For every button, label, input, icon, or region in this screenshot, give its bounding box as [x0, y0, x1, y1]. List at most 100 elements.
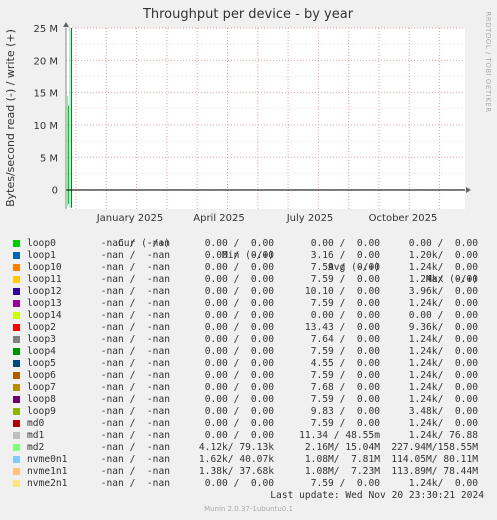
legend-cur-value: -nan / -nan: [100, 478, 170, 489]
legend-row: loop14 -nan / -nan 0.00 / 0.00 0.00 / 0.00 0…: [0, 310, 497, 322]
legend-min-value: 1.62k/ 40.07k: [198, 454, 274, 465]
y-axis-label: Bytes/second read (-) / write (+): [4, 29, 17, 207]
legend-max-value: 1.24k/ 0.00: [408, 274, 478, 285]
legend-avg-value: 0.00 / 0.00: [310, 310, 380, 321]
legend-max-value: 1.24k/ 0.00: [408, 418, 478, 429]
legend-max-value: 1.24k/ 0.00: [408, 358, 478, 369]
legend-series-name: loop3: [27, 334, 56, 345]
y-tick-label: 20 M: [33, 56, 58, 67]
legend-max-value: 1.24k/ 0.00: [408, 394, 478, 405]
legend-swatch: [13, 456, 20, 463]
legend-min-value: 0.00 / 0.00: [204, 382, 274, 393]
legend-min-value: 0.00 / 0.00: [204, 430, 274, 441]
legend-row: loop12 -nan / -nan 0.00 / 0.00 10.10 / 0.00…: [0, 286, 497, 298]
legend-series-name: md0: [27, 418, 45, 429]
legend-max-value: 1.24k/ 76.88: [408, 430, 478, 441]
legend-max-value: 227.94M/158.55M: [391, 442, 478, 453]
legend-min-value: 0.00 / 0.00: [204, 286, 274, 297]
y-axis-arrow: [63, 22, 69, 27]
x-tick-label: July 2025: [286, 213, 334, 224]
legend-row: loop3 -nan / -nan 0.00 / 0.00 7.64 / 0.00 1.…: [0, 334, 497, 346]
y-tick-label: 0: [52, 186, 58, 197]
legend-swatch: [13, 240, 20, 247]
chart-title: Throughput per device - by year: [142, 7, 354, 22]
legend-avg-value: 10.10 / 0.00: [304, 286, 380, 297]
legend-min-value: 0.00 / 0.00: [204, 322, 274, 333]
plot-area: [66, 28, 465, 209]
legend-avg-value: 7.59 / 0.00: [310, 394, 380, 405]
legend-cur-value: -nan / -nan: [100, 274, 170, 285]
legend-row: loop5 -nan / -nan 0.00 / 0.00 4.55 / 0.00 1.…: [0, 358, 497, 370]
legend-min-value: 0.00 / 0.00: [204, 418, 274, 429]
legend-series-name: loop5: [27, 358, 56, 369]
legend-avg-value: 1.08M/ 7.81M: [304, 454, 380, 465]
legend-max-value: 1.24k/ 0.00: [408, 298, 478, 309]
legend-cur-value: -nan / -nan: [100, 394, 170, 405]
legend-cur-value: -nan / -nan: [100, 430, 170, 441]
legend-max-value: 1.24k/ 0.00: [408, 334, 478, 345]
legend-swatch: [13, 288, 20, 295]
legend-row: loop4 -nan / -nan 0.00 / 0.00 7.59 / 0.00 1.…: [0, 346, 497, 358]
legend-max-value: 1.24k/ 0.00: [408, 262, 478, 273]
legend-avg-value: 13.43 / 0.00: [304, 322, 380, 333]
legend-cur-value: -nan / -nan: [100, 262, 170, 273]
x-axis-arrow: [466, 187, 471, 193]
legend-avg-value: 4.55 / 0.00: [310, 358, 380, 369]
legend-avg-value: 7.59 / 0.00: [310, 418, 380, 429]
y-tick-label: 10 M: [33, 121, 58, 132]
legend-cur-value: -nan / -nan: [100, 358, 170, 369]
legend-row: loop9 -nan / -nan 0.00 / 0.00 9.83 / 0.00 3.…: [0, 406, 497, 418]
legend-series-name: nvme0n1: [27, 454, 68, 465]
legend-min-value: 0.00 / 0.00: [204, 358, 274, 369]
legend-swatch: [13, 336, 20, 343]
legend-cur-value: -nan / -nan: [100, 406, 170, 417]
throughput-chart: Throughput per device - by year Bytes/se…: [4, 7, 492, 224]
legend-avg-value: 3.16 / 0.00: [310, 250, 380, 261]
legend-series-name: md2: [27, 442, 45, 453]
legend-cur-value: -nan / -nan: [100, 310, 170, 321]
legend-series-name: loop13: [27, 298, 62, 309]
legend-avg-value: 1.08M/ 7.23M: [304, 466, 380, 477]
legend-row: loop13 -nan / -nan 0.00 / 0.00 7.59 / 0.00 1…: [0, 298, 497, 310]
legend-min-value: 0.00 / 0.00: [204, 334, 274, 345]
legend-min-value: 1.38k/ 37.68k: [198, 466, 274, 477]
legend-series-name: loop1: [27, 250, 56, 261]
legend-row: md1 -nan / -nan 0.00 / 0.00 11.34 / 48.55m 1…: [0, 430, 497, 442]
legend-max-value: 113.89M/ 78.44M: [391, 466, 478, 477]
legend-max-value: 0.00 / 0.00: [408, 310, 478, 321]
legend-swatch: [13, 264, 20, 271]
legend-cur-value: -nan / -nan: [100, 238, 170, 249]
legend-swatch: [13, 252, 20, 259]
legend-swatch: [13, 372, 20, 379]
legend-max-value: 1.24k/ 0.00: [408, 478, 478, 489]
legend-avg-value: 2.16M/ 15.04M: [304, 442, 380, 453]
legend-min-value: 0.00 / 0.00: [204, 370, 274, 381]
x-tick-label: October 2025: [369, 213, 438, 224]
legend-row: loop6 -nan / -nan 0.00 / 0.00 7.59 / 0.00 1.…: [0, 370, 497, 382]
legend-row: md0 -nan / -nan 0.00 / 0.00 7.59 / 0.00 1.24…: [0, 418, 497, 430]
legend-series-name: loop0: [27, 238, 56, 249]
legend-swatch: [13, 408, 20, 415]
legend-row: loop2 -nan / -nan 0.00 / 0.00 13.43 / 0.00 9…: [0, 322, 497, 334]
x-tick-label: January 2025: [96, 213, 164, 224]
legend-row: loop7 -nan / -nan 0.00 / 0.00 7.68 / 0.00 1.…: [0, 382, 497, 394]
legend-avg-value: 7.59 / 0.00: [310, 274, 380, 285]
legend-avg-value: 0.00 / 0.00: [310, 238, 380, 249]
legend-series-name: nvme1n1: [27, 466, 68, 477]
legend-max-value: 3.48k/ 0.00: [408, 406, 478, 417]
y-tick-label: 25 M: [33, 24, 58, 35]
legend-min-value: 0.00 / 0.00: [204, 310, 274, 321]
legend-row: loop11 -nan / -nan 0.00 / 0.00 7.59 / 0.00 1…: [0, 274, 497, 286]
legend-cur-value: -nan / -nan: [100, 334, 170, 345]
legend-avg-value: 9.83 / 0.00: [310, 406, 380, 417]
legend-row: loop8 -nan / -nan 0.00 / 0.00 7.59 / 0.00 1.…: [0, 394, 497, 406]
legend-row: nvme2n1 -nan / -nan 0.00 / 0.00 7.59 / 0.00…: [0, 478, 497, 490]
legend-avg-value: 7.59 / 0.00: [310, 346, 380, 357]
legend-series-name: loop14: [27, 310, 62, 321]
legend-cur-value: -nan / -nan: [100, 442, 170, 453]
legend-swatch: [13, 276, 20, 283]
legend-min-value: 4.12k/ 79.13k: [198, 442, 274, 453]
legend-series-name: loop11: [27, 274, 62, 285]
legend-min-value: 0.00 / 0.00: [204, 262, 274, 273]
legend-max-value: 114.05M/ 80.11M: [391, 454, 478, 465]
